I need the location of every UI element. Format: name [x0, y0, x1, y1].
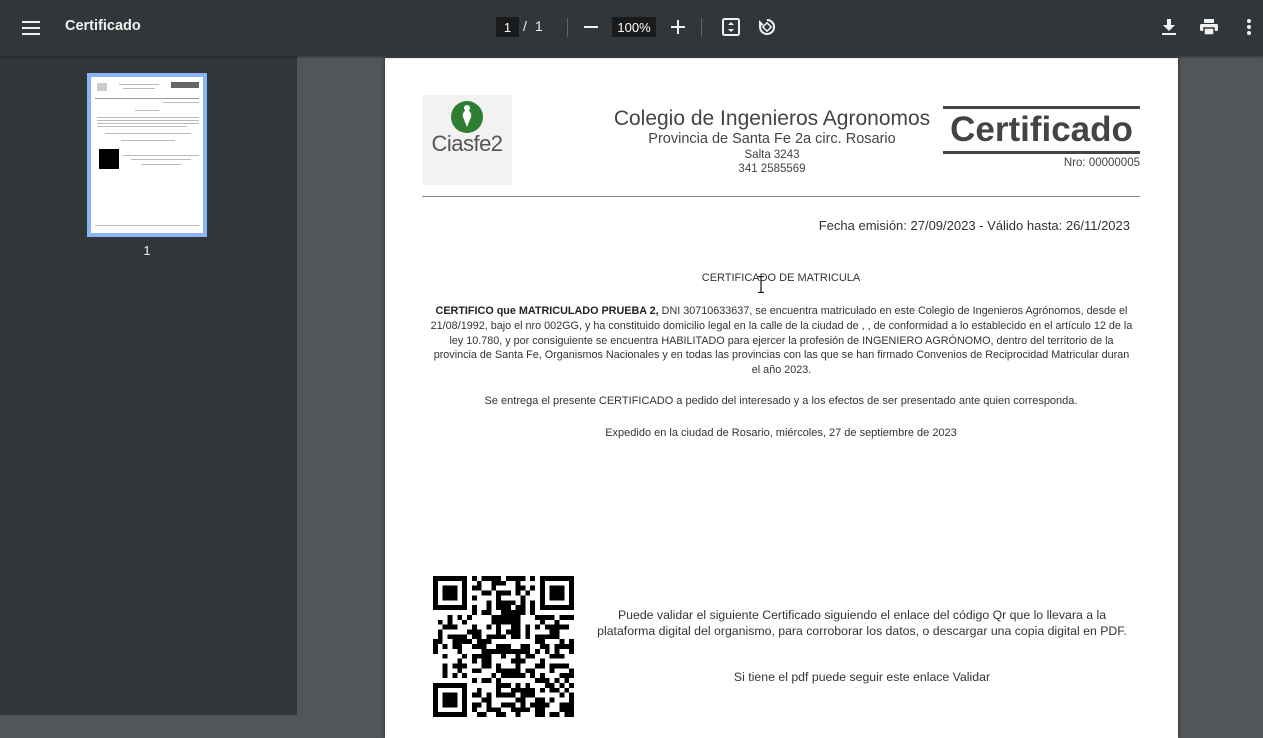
issue-validity-date: Fecha emisión: 27/09/2023 - Válido hasta…: [818, 218, 1130, 233]
fit-page-icon: [722, 18, 740, 36]
document-title: Certificado: [65, 18, 141, 34]
more-vert-icon: [1247, 19, 1251, 35]
download-icon: [1162, 19, 1176, 35]
certificate-title: Certificado: [943, 106, 1140, 154]
pdf-page: Ciasfe2 Colegio de Ingenieros Agronomos …: [385, 58, 1178, 738]
thumbnail-label: 1: [143, 243, 151, 258]
more-options-button[interactable]: [1240, 13, 1258, 41]
fit-page-button[interactable]: [717, 13, 745, 41]
rotate-icon: [759, 18, 776, 35]
validation-link[interactable]: Si tiene el pdf puede seguir este enlace…: [597, 670, 1127, 684]
qr-code[interactable]: [433, 576, 574, 717]
pdf-toolbar: Certificado / 1: [0, 0, 1263, 56]
certificate-heading: CERTIFICADO DE MATRICULA: [701, 272, 861, 284]
menu-icon: [22, 21, 40, 35]
org-phone: 341 2585569: [738, 163, 806, 175]
toolbar-divider: [701, 18, 702, 37]
print-button[interactable]: [1195, 13, 1223, 41]
download-button[interactable]: [1155, 13, 1183, 41]
zoom-in-button[interactable]: [665, 14, 691, 40]
zoom-input[interactable]: [612, 17, 656, 37]
validation-instructions: Puede validar el siguiente Certificado s…: [597, 608, 1127, 638]
page-number-input[interactable]: [496, 17, 519, 37]
print-icon: [1200, 19, 1218, 35]
header-divider: [422, 196, 1140, 197]
logo-text: Ciasfe2: [431, 131, 503, 156]
org-subtitle: Provincia de Santa Fe 2a circ. Rosario: [648, 131, 896, 147]
org-name: Colegio de Ingenieros Agronomos: [613, 107, 931, 130]
issue-place-date: Expedido en la ciudad de Rosario, miérco…: [605, 427, 957, 439]
thumbnail-redaction-block: [99, 149, 119, 169]
text-cursor-icon: [758, 276, 764, 293]
plus-icon: [671, 20, 685, 34]
minus-icon: [584, 26, 598, 28]
rotate-button[interactable]: [753, 13, 781, 41]
menu-button[interactable]: [14, 12, 48, 44]
toolbar-divider: [567, 18, 568, 37]
delivery-statement: Se entrega el presente CERTIFICADO a ped…: [484, 395, 1078, 407]
zoom-out-button[interactable]: [578, 14, 604, 40]
page-separator: /: [523, 18, 527, 34]
org-address: Salta 3243: [744, 149, 800, 161]
org-logo: Ciasfe2: [422, 95, 512, 185]
page-thumbnail[interactable]: [87, 73, 207, 237]
page-total: 1: [535, 18, 543, 34]
certificate-body: CERTIFICO que MATRICULADO PRUEBA 2, DNI …: [430, 304, 1133, 378]
certificate-number: Nro: 00000005: [1063, 157, 1140, 169]
logo-emblem: [451, 101, 483, 133]
certificate-body-lead: CERTIFICO que MATRICULADO PRUEBA 2,: [435, 305, 659, 317]
